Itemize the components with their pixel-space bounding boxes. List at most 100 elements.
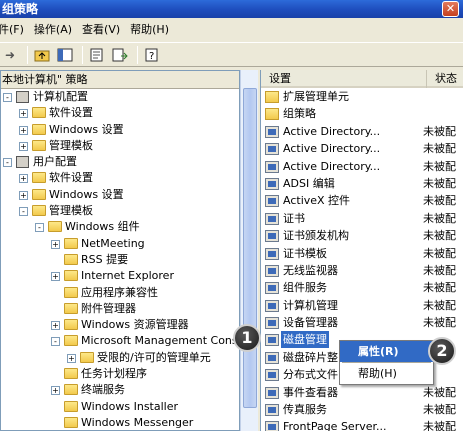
tree-item[interactable]: + Internet Explorer bbox=[1, 268, 239, 284]
column-setting[interactable]: 设置 bbox=[269, 70, 291, 88]
menu-view[interactable]: 查看(V) bbox=[82, 20, 130, 40]
export-list-icon[interactable] bbox=[110, 45, 130, 65]
tree-item[interactable]: RSS 提要 bbox=[1, 252, 239, 268]
tree-item[interactable]: - 管理模板 bbox=[1, 203, 239, 219]
up-folder-icon[interactable] bbox=[32, 45, 52, 65]
tree-item[interactable]: + 受限的/许可的管理单元 bbox=[1, 350, 239, 366]
forward-icon[interactable]: ➜ bbox=[0, 45, 20, 65]
list-item[interactable]: ADSI 编辑 未被配 bbox=[261, 175, 463, 192]
folder-icon bbox=[80, 351, 94, 363]
toolbar-separator bbox=[27, 45, 28, 64]
collapse-icon[interactable]: - bbox=[51, 337, 60, 347]
list-item-name: 组策略 bbox=[283, 107, 316, 121]
collapse-icon[interactable]: - bbox=[35, 223, 44, 233]
expand-icon[interactable]: + bbox=[19, 125, 28, 135]
expand-icon[interactable]: + bbox=[19, 109, 28, 119]
tree-item[interactable]: 任务计划程序 bbox=[1, 366, 239, 382]
list-item-name: FrontPage Server... bbox=[283, 420, 387, 431]
tree-item[interactable]: Windows Installer bbox=[1, 399, 239, 415]
tree-item[interactable]: + Windows 设置 bbox=[1, 122, 239, 138]
tree-item[interactable]: - 计算机配置 bbox=[1, 89, 239, 105]
menu-file[interactable]: 件(F) bbox=[0, 20, 34, 40]
collapse-icon[interactable]: - bbox=[19, 207, 28, 217]
list-item[interactable]: 组件服务 未被配 bbox=[261, 279, 463, 296]
tree-item[interactable]: - 用户配置 bbox=[1, 154, 239, 170]
computer-icon bbox=[16, 156, 29, 169]
policy-setting-icon bbox=[265, 404, 279, 417]
list-item-name: ActiveX 控件 bbox=[283, 194, 351, 208]
tree-item-label: 用户配置 bbox=[33, 155, 77, 169]
tree-item[interactable]: + Windows 资源管理器 bbox=[1, 317, 239, 333]
policy-setting-icon bbox=[265, 369, 279, 382]
list-item[interactable]: 计算机管理 未被配 bbox=[261, 297, 463, 314]
collapse-icon[interactable]: - bbox=[3, 93, 12, 102]
tree-item-label: 任务计划程序 bbox=[81, 367, 147, 381]
collapse-icon[interactable]: - bbox=[3, 158, 12, 168]
list-item[interactable]: 传真服务 未被配 bbox=[261, 401, 463, 418]
tree-item[interactable]: 应用程序兼容性 bbox=[1, 285, 239, 301]
folder-icon bbox=[32, 123, 46, 135]
list-item-name: Active Directory... bbox=[283, 142, 381, 156]
column-status[interactable]: 状态 bbox=[426, 70, 457, 88]
list-item-name: 分布式文件 bbox=[283, 368, 338, 382]
show-hide-tree-icon[interactable] bbox=[55, 45, 75, 65]
list-item-status: 未被配 bbox=[423, 298, 456, 312]
policy-setting-icon bbox=[265, 212, 279, 225]
expand-icon[interactable]: + bbox=[19, 141, 28, 151]
list-item-name: 磁盘碎片整 bbox=[283, 350, 338, 364]
tree-item[interactable]: 附件管理器 bbox=[1, 301, 239, 317]
list-item[interactable]: 事件查看器 未被配 bbox=[261, 384, 463, 401]
help-icon[interactable]: ? bbox=[142, 45, 162, 65]
policy-setting-icon bbox=[265, 351, 279, 364]
expand-icon[interactable]: + bbox=[51, 386, 60, 396]
tree-item[interactable]: + NetMeeting bbox=[1, 236, 239, 252]
menu-item-help[interactable]: 帮助(H) bbox=[340, 363, 433, 384]
tree-scrollbar-thumb[interactable] bbox=[243, 88, 257, 408]
list-item[interactable]: 证书 未被配 bbox=[261, 210, 463, 227]
context-menu: 属性(R) 帮助(H) bbox=[339, 340, 434, 385]
tree-item[interactable]: - Windows 组件 bbox=[1, 219, 239, 235]
expand-icon[interactable]: + bbox=[67, 353, 76, 363]
list-item[interactable]: Active Directory... 未被配 bbox=[261, 140, 463, 157]
tree-item-label: Windows Installer bbox=[81, 399, 179, 413]
expand-icon[interactable]: + bbox=[51, 239, 60, 249]
expand-icon[interactable]: + bbox=[51, 272, 60, 282]
list-item[interactable]: 组策略 bbox=[261, 105, 463, 122]
tree-item[interactable]: Windows Messenger bbox=[1, 415, 239, 430]
tree-item[interactable]: + 软件设置 bbox=[1, 105, 239, 121]
tree-item[interactable]: + 终端服务 bbox=[1, 382, 239, 398]
tree-item[interactable]: - Microsoft Management Console bbox=[1, 333, 239, 349]
tree-item[interactable]: + 管理模板 bbox=[1, 138, 239, 154]
menu-action[interactable]: 操作(A) bbox=[34, 20, 82, 40]
column-header: 设置 状态 bbox=[261, 70, 463, 88]
list-item[interactable]: 证书颁发机构 未被配 bbox=[261, 227, 463, 244]
expand-icon[interactable]: + bbox=[19, 174, 28, 184]
tree-item-label: 终端服务 bbox=[81, 383, 125, 397]
tree-item-label: Windows 设置 bbox=[49, 187, 124, 201]
properties-icon[interactable] bbox=[87, 45, 107, 65]
list-item[interactable]: FrontPage Server... 未被配 bbox=[261, 418, 463, 431]
list-item-status: 未被配 bbox=[423, 159, 456, 173]
list-item[interactable]: 扩展管理单元 bbox=[261, 88, 463, 105]
folder-icon bbox=[64, 384, 78, 396]
step-badge-1: 1 bbox=[233, 324, 261, 352]
list-item[interactable]: 无线监视器 未被配 bbox=[261, 262, 463, 279]
tree-pane: 本地计算机" 策略 - 计算机配置 + 软件设置 + Windows 设置 + 管理模板 - 用户… bbox=[0, 70, 240, 431]
tree-scrollbar[interactable] bbox=[240, 70, 258, 431]
list-item-name: 磁盘管理 bbox=[281, 331, 329, 349]
menu-item-properties[interactable]: 属性(R) bbox=[340, 341, 433, 362]
list-item[interactable]: 设备管理器 未被配 bbox=[261, 314, 463, 331]
list-item[interactable]: 证书模板 未被配 bbox=[261, 245, 463, 262]
tree-item[interactable]: + 软件设置 bbox=[1, 170, 239, 186]
menu-help[interactable]: 帮助(H) bbox=[130, 20, 179, 40]
list-item-status: 未被配 bbox=[423, 246, 456, 260]
list-item[interactable]: Active Directory... 未被配 bbox=[261, 123, 463, 140]
list-item[interactable]: Active Directory... 未被配 bbox=[261, 158, 463, 175]
tree-item-label: 受限的/许可的管理单元 bbox=[97, 350, 211, 364]
tree-item[interactable]: + Windows 设置 bbox=[1, 187, 239, 203]
close-icon[interactable]: ✕ bbox=[442, 1, 459, 17]
list-item-name: Active Directory... bbox=[283, 159, 381, 173]
list-item[interactable]: ActiveX 控件 未被配 bbox=[261, 192, 463, 209]
expand-icon[interactable]: + bbox=[51, 321, 60, 331]
expand-icon[interactable]: + bbox=[19, 190, 28, 200]
